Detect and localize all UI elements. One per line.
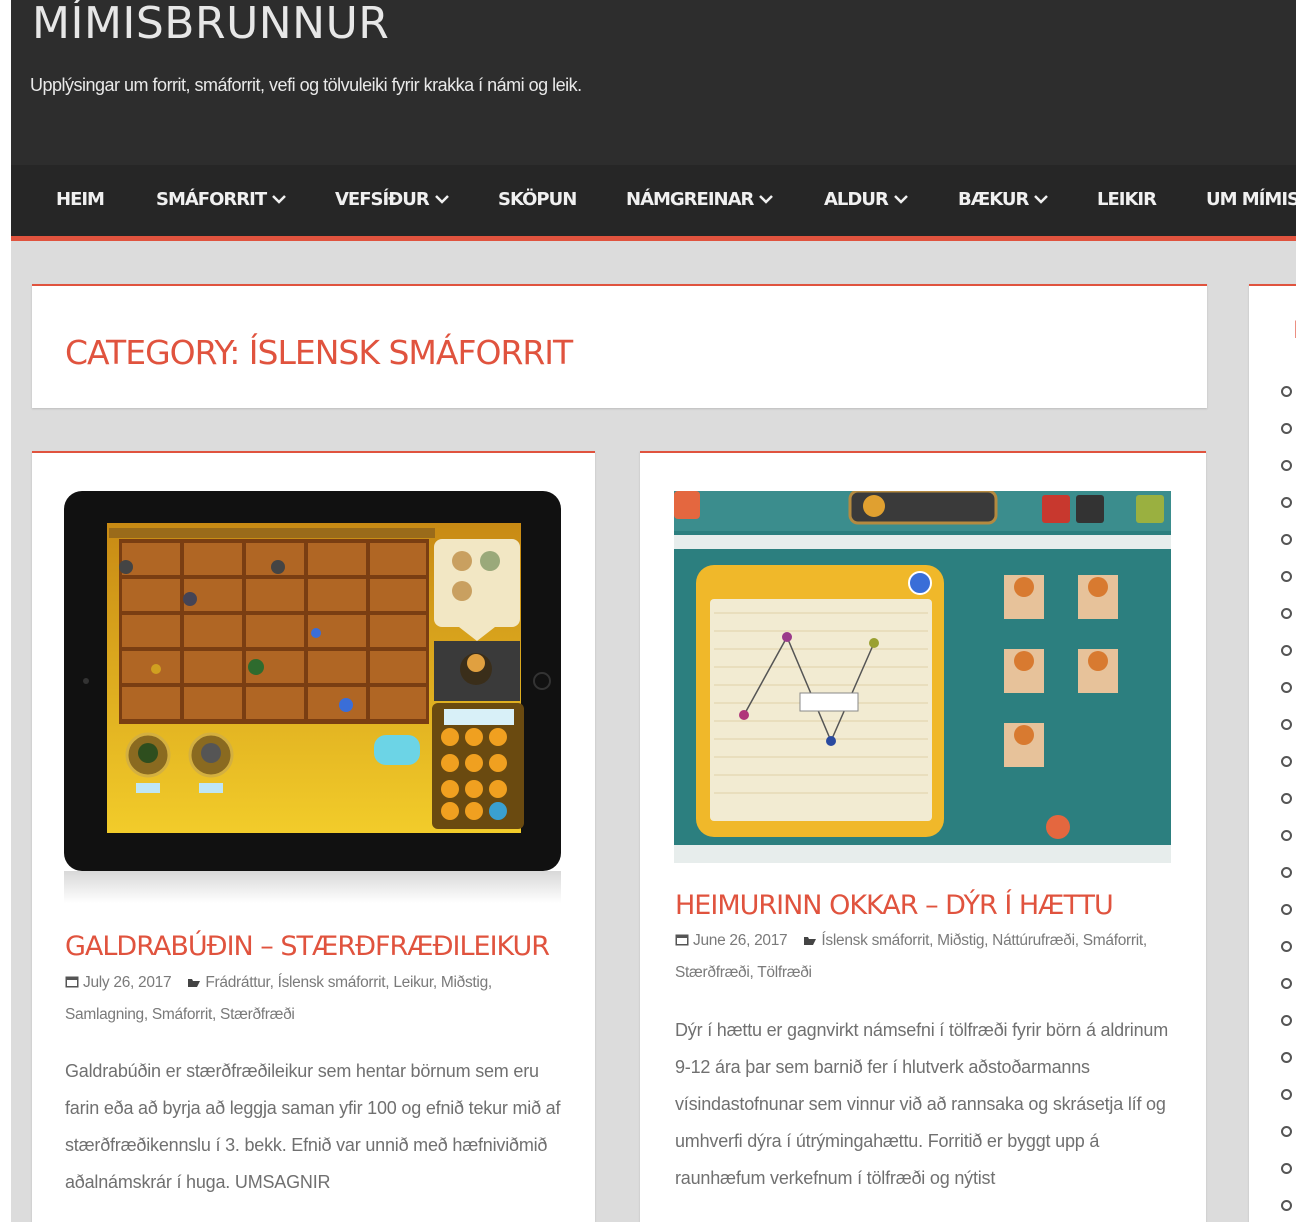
circle-bullet-icon: [1281, 1126, 1292, 1137]
post-excerpt: Galdrabúðin er stærðfræðileikur sem hent…: [65, 1061, 561, 1192]
nav-item-um-mimis[interactable]: UM MÍMIS: [1206, 165, 1296, 236]
chevron-down-icon: [434, 195, 449, 204]
circle-bullet-icon: [1281, 608, 1292, 619]
category-title: CATEGORY: ÍSLENSK SMÁFORRIT: [65, 333, 573, 372]
nav-label: LEIKIR: [1097, 189, 1157, 210]
nav-label: ALDUR: [824, 189, 889, 210]
nav-item-heim[interactable]: HEIM: [56, 165, 105, 236]
calendar-icon: [65, 976, 79, 988]
circle-bullet-icon: [1281, 571, 1292, 582]
post-thumbnail-ipad-game[interactable]: [64, 491, 561, 903]
nav-item-namgreinar[interactable]: NÁMGREINAR: [626, 165, 774, 236]
post-excerpt: Dýr í hættu er gagnvirkt námsefni í tölf…: [675, 1020, 1168, 1188]
nav-label: SKÖPUN: [498, 189, 577, 210]
nav-item-vefsidur[interactable]: VEFSÍÐUR: [335, 165, 450, 236]
circle-bullet-icon: [1281, 682, 1292, 693]
circle-bullet-icon: [1281, 1089, 1292, 1100]
nav-label: VEFSÍÐUR: [335, 189, 430, 210]
chevron-down-icon: [759, 195, 774, 204]
circle-bullet-icon: [1281, 756, 1292, 767]
site-header: MÍMISBRUNNUR Upplýsingar um forrit, smáf…: [11, 0, 1296, 165]
nav-item-leikir[interactable]: LEIKIR: [1097, 165, 1157, 236]
category-header-box: CATEGORY: ÍSLENSK SMÁFORRIT: [32, 284, 1207, 408]
page: MÍMISBRUNNUR Upplýsingar um forrit, smáf…: [11, 0, 1296, 1222]
chevron-down-icon: [1034, 195, 1049, 204]
post-date[interactable]: July 26, 2017: [83, 974, 172, 991]
folder-icon: [188, 979, 201, 987]
circle-bullet-icon: [1281, 645, 1292, 656]
circle-bullet-icon: [1281, 386, 1292, 397]
main-nav: HEIM SMÁFORRIT VEFSÍÐUR SKÖPUN NÁMGREINA…: [11, 165, 1296, 241]
site-tagline: Upplýsingar um forrit, smáforrit, vefi o…: [30, 75, 582, 95]
circle-bullet-icon: [1281, 793, 1292, 804]
nav-label: UM MÍMIS: [1206, 189, 1296, 210]
circle-bullet-icon: [1281, 497, 1292, 508]
post-meta: June 26, 2017 Íslensk smáforrit, Miðstig…: [675, 925, 1155, 989]
circle-bullet-icon: [1281, 978, 1292, 989]
ipad-screenshot-image: [64, 491, 561, 903]
circle-bullet-icon: [1281, 867, 1292, 878]
chevron-down-icon: [272, 195, 286, 204]
circle-bullet-icon: [1281, 1052, 1292, 1063]
circle-bullet-icon: [1281, 719, 1292, 730]
nav-label: NÁMGREINAR: [626, 189, 754, 210]
post-date[interactable]: June 26, 2017: [693, 932, 788, 949]
sidebar-widget: E: [1249, 284, 1296, 1222]
circle-bullet-icon: [1281, 904, 1292, 915]
nav-item-aldur[interactable]: ALDUR: [824, 165, 909, 236]
circle-bullet-icon: [1281, 534, 1292, 545]
nav-label: SMÁFORRIT: [156, 189, 267, 210]
nav-item-baekur[interactable]: BÆKUR: [958, 165, 1049, 236]
post-title[interactable]: GALDRABÚÐIN – STÆRÐFRÆÐILEIKUR: [65, 931, 550, 962]
game-screenshot-image: [674, 491, 1171, 863]
circle-bullet-icon: [1281, 460, 1292, 471]
post-meta: July 26, 2017 Frádráttur, Íslensk smáfor…: [65, 967, 545, 1031]
post-thumbnail-statistics-game[interactable]: [674, 491, 1171, 863]
nav-item-smaforrit[interactable]: SMÁFORRIT: [156, 165, 287, 236]
circle-bullet-icon: [1281, 1163, 1292, 1174]
post-card-galdrabudin: GALDRABÚÐIN – STÆRÐFRÆÐILEIKUR July 26, …: [32, 451, 595, 1222]
nav-label: BÆKUR: [958, 189, 1029, 210]
circle-bullet-icon: [1281, 1015, 1292, 1026]
post-title[interactable]: HEIMURINN OKKAR – DÝR Í HÆTTU: [675, 890, 1114, 921]
site-title[interactable]: MÍMISBRUNNUR: [32, 2, 389, 46]
circle-bullet-icon: [1281, 830, 1292, 841]
chevron-down-icon: [893, 195, 908, 204]
circle-bullet-icon: [1281, 1200, 1292, 1211]
calendar-icon: [675, 934, 689, 946]
nav-item-skopun[interactable]: SKÖPUN: [498, 165, 577, 236]
folder-icon: [804, 937, 817, 945]
nav-label: HEIM: [56, 189, 105, 210]
circle-bullet-icon: [1281, 423, 1292, 434]
post-card-dyr-i-haettu: HEIMURINN OKKAR – DÝR Í HÆTTU June 26, 2…: [640, 451, 1206, 1222]
circle-bullet-icon: [1281, 941, 1292, 952]
